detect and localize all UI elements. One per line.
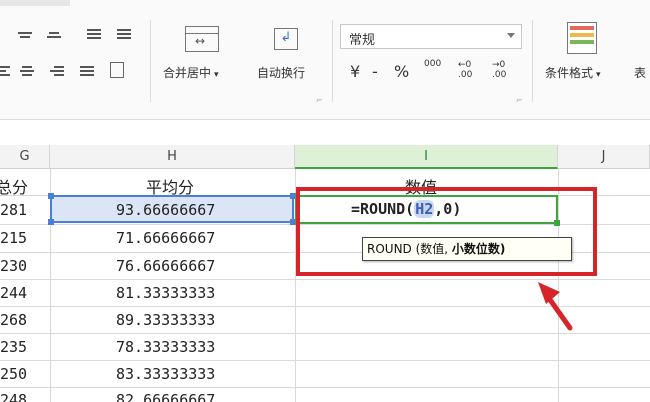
align-right-icon[interactable] xyxy=(50,66,64,78)
number-format-value: 常规 xyxy=(349,33,376,48)
merge-center-icon[interactable] xyxy=(185,26,219,52)
wrap-text-button[interactable]: 自动换行 xyxy=(257,64,305,81)
cell-G7[interactable]: 235 xyxy=(0,338,27,356)
increase-decimal-button[interactable]: ←0 .00 xyxy=(458,60,486,80)
conditional-format-button[interactable]: 条件格式 ▾ xyxy=(545,64,601,81)
selection-handle[interactable] xyxy=(48,193,54,199)
wrap-text-icon[interactable]: ↲ xyxy=(274,28,298,50)
cell-H8[interactable]: 83.33333333 xyxy=(116,365,215,383)
group-separator xyxy=(332,20,333,102)
distributed-align-icon[interactable] xyxy=(110,62,124,78)
header-cell-total[interactable]: 总分 xyxy=(0,174,28,198)
ribbon-toolbar: 合并居中▾ ↲ 自动换行 ⌐ 常规 ¥ - % 000 ←0 .00 →0 .0… xyxy=(0,0,650,120)
column-header-I[interactable]: I xyxy=(295,145,558,169)
align-center-icon[interactable] xyxy=(20,66,34,78)
selection-handle[interactable] xyxy=(48,219,54,225)
cell-G8[interactable]: 250 xyxy=(0,365,27,383)
decrease-decimal-button[interactable]: →0 .00 xyxy=(492,60,520,80)
annotation-highlight-box xyxy=(296,187,597,276)
conditional-format-label: 条件格式 xyxy=(545,66,594,80)
thousands-separator-label: 000 xyxy=(424,59,442,69)
number-format-select[interactable]: 常规 xyxy=(340,24,522,49)
align-bottom-icon[interactable] xyxy=(87,29,101,41)
cell-G2[interactable]: 281 xyxy=(0,201,27,219)
gridline xyxy=(0,387,650,388)
table-style-button[interactable]: 表 xyxy=(634,64,646,81)
justify-icon[interactable] xyxy=(80,66,94,78)
column-header-H[interactable]: H xyxy=(50,145,295,169)
cell-G4[interactable]: 230 xyxy=(0,257,27,275)
cell-H6[interactable]: 89.33333333 xyxy=(116,311,215,329)
accounting-dash-button[interactable]: - xyxy=(372,62,378,81)
merge-center-label: 合并居中 xyxy=(163,66,212,80)
group-separator xyxy=(532,20,533,102)
merge-center-button[interactable]: 合并居中 ▾ xyxy=(163,64,219,81)
merge-dropdown-icon[interactable]: ▾ xyxy=(214,70,219,80)
currency-button[interactable]: ¥ xyxy=(350,62,360,81)
cell-H4[interactable]: 76.66666667 xyxy=(116,257,215,275)
ribbon-top-tint xyxy=(0,0,70,6)
conditional-format-icon[interactable] xyxy=(567,22,597,54)
orientation-icon[interactable] xyxy=(117,29,131,41)
thousands-separator-button[interactable]: 000 xyxy=(424,60,444,69)
header-cell-average[interactable]: 平均分 xyxy=(146,174,194,198)
cell-H7[interactable]: 78.33333333 xyxy=(116,338,215,356)
cell-H5[interactable]: 81.33333333 xyxy=(116,284,215,302)
align-left-icon[interactable] xyxy=(0,66,14,78)
alignment-launcher-icon[interactable]: ⌐ xyxy=(316,96,323,105)
cell-H2[interactable]: 93.66666667 xyxy=(116,201,215,219)
align-middle-icon[interactable] xyxy=(47,32,61,44)
number-launcher-icon[interactable]: ⌐ xyxy=(516,96,523,105)
cell-H3[interactable]: 71.66666667 xyxy=(116,229,215,247)
column-header-J[interactable]: J xyxy=(558,145,650,169)
gridline xyxy=(0,360,650,361)
conditional-format-dropdown-icon[interactable]: ▾ xyxy=(596,70,601,80)
chevron-down-icon xyxy=(507,33,515,38)
column-header-G[interactable]: G xyxy=(0,145,50,169)
annotation-arrow-icon xyxy=(538,282,573,331)
cell-G3[interactable]: 215 xyxy=(0,229,27,247)
cell-H9[interactable]: 82.66666667 xyxy=(116,391,215,402)
cell-G9[interactable]: 248 xyxy=(0,391,27,402)
percent-button[interactable]: % xyxy=(394,62,409,81)
cell-G5[interactable]: 244 xyxy=(0,284,27,302)
group-separator xyxy=(150,20,151,102)
cell-G6[interactable]: 268 xyxy=(0,311,27,329)
align-top-icon[interactable] xyxy=(18,32,32,44)
